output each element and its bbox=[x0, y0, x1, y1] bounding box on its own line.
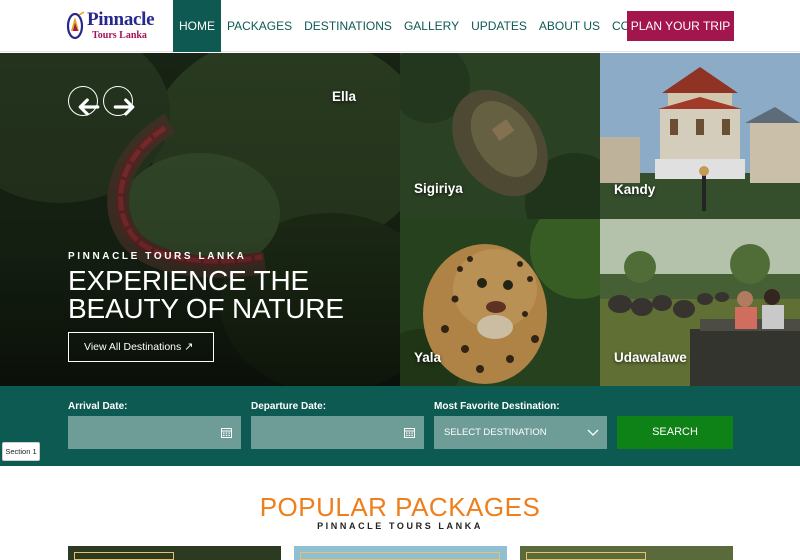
carousel-prev-button[interactable] bbox=[68, 86, 100, 116]
arrow-up-right-icon: ↗ bbox=[184, 341, 194, 353]
arrow-right-icon bbox=[113, 98, 135, 116]
booking-bar: Arrival Date: Departure Date: Most Favor… bbox=[0, 386, 800, 466]
hero-title-line-2: BEAUTY OF NATURE bbox=[68, 293, 344, 324]
nav-home[interactable]: HOME bbox=[173, 0, 221, 52]
destination-select[interactable]: SELECT DESTINATION bbox=[434, 416, 607, 449]
plan-your-trip-button[interactable]: PLAN YOUR TRIP bbox=[627, 11, 734, 41]
carousel-next-button[interactable] bbox=[103, 86, 135, 116]
search-button[interactable]: SEARCH bbox=[617, 416, 733, 449]
popular-packages-subtitle: PINNACLE TOURS LANKA bbox=[317, 521, 483, 531]
hero-yala-panel[interactable]: Yala bbox=[400, 219, 600, 386]
package-card[interactable] bbox=[294, 546, 507, 560]
brand-name: Pinnacle bbox=[87, 9, 155, 30]
brand-logo[interactable]: Pinnacle Tours Lanka bbox=[66, 9, 162, 43]
nav-updates[interactable]: UPDATES bbox=[465, 0, 533, 52]
arrival-date-label: Arrival Date: bbox=[68, 401, 128, 412]
section-tag: Section 1 bbox=[2, 442, 40, 461]
hero-title-line-1: EXPERIENCE THE bbox=[68, 265, 309, 296]
departure-date-label: Departure Date: bbox=[251, 401, 327, 412]
destination-label-yala: Yala bbox=[414, 350, 442, 365]
hero-section: Ella PINNACLE TOURS LANKA EXPERIENCE THE… bbox=[0, 53, 800, 386]
package-card[interactable] bbox=[520, 546, 733, 560]
destination-select-value: SELECT DESTINATION bbox=[444, 427, 547, 438]
arrow-left-icon bbox=[78, 98, 100, 116]
arrival-date-input[interactable] bbox=[68, 416, 241, 449]
destination-label-kandy: Kandy bbox=[614, 182, 656, 197]
package-card-image bbox=[300, 552, 500, 560]
package-card[interactable] bbox=[68, 546, 281, 560]
page: Pinnacle Tours Lanka HOME PACKAGES DESTI… bbox=[0, 0, 800, 560]
destination-label-udawalawe: Udawalawe bbox=[614, 350, 687, 365]
hero-sigiriya-panel[interactable]: Sigiriya bbox=[400, 53, 600, 219]
nav-packages[interactable]: PACKAGES bbox=[221, 0, 298, 52]
destination-label: Most Favorite Destination: bbox=[434, 401, 560, 412]
destination-label-sigiriya: Sigiriya bbox=[414, 181, 463, 196]
package-card-image bbox=[526, 552, 646, 560]
hero-title: EXPERIENCE THE BEAUTY OF NATURE bbox=[68, 267, 344, 323]
hero-kandy-panel[interactable]: Kandy bbox=[600, 53, 800, 219]
package-card-image bbox=[74, 552, 174, 560]
nav-destinations[interactable]: DESTINATIONS bbox=[298, 0, 398, 52]
nav-gallery[interactable]: GALLERY bbox=[398, 0, 465, 52]
view-all-destinations-label: View All Destinations bbox=[84, 341, 182, 353]
destination-label-ella: Ella bbox=[332, 89, 357, 104]
hero-udawalawe-panel[interactable]: Udawalawe bbox=[600, 219, 800, 386]
pinnacle-logo-icon bbox=[66, 11, 85, 40]
nav-about-us[interactable]: ABOUT US bbox=[533, 0, 606, 52]
chevron-down-icon bbox=[587, 429, 599, 436]
view-all-destinations-button[interactable]: View All Destinations ↗ bbox=[68, 332, 214, 362]
calendar-icon bbox=[404, 428, 415, 438]
brand-tagline: Tours Lanka bbox=[92, 30, 147, 41]
hero-kicker: PINNACLE TOURS LANKA bbox=[68, 251, 247, 262]
calendar-icon bbox=[221, 428, 232, 438]
main-nav: HOME PACKAGES DESTINATIONS GALLERY UPDAT… bbox=[173, 0, 695, 52]
hero-ella-panel[interactable]: Ella PINNACLE TOURS LANKA EXPERIENCE THE… bbox=[0, 53, 400, 386]
popular-packages-title: POPULAR PACKAGES bbox=[259, 492, 541, 522]
departure-date-input[interactable] bbox=[251, 416, 424, 449]
site-header: Pinnacle Tours Lanka HOME PACKAGES DESTI… bbox=[0, 0, 800, 52]
